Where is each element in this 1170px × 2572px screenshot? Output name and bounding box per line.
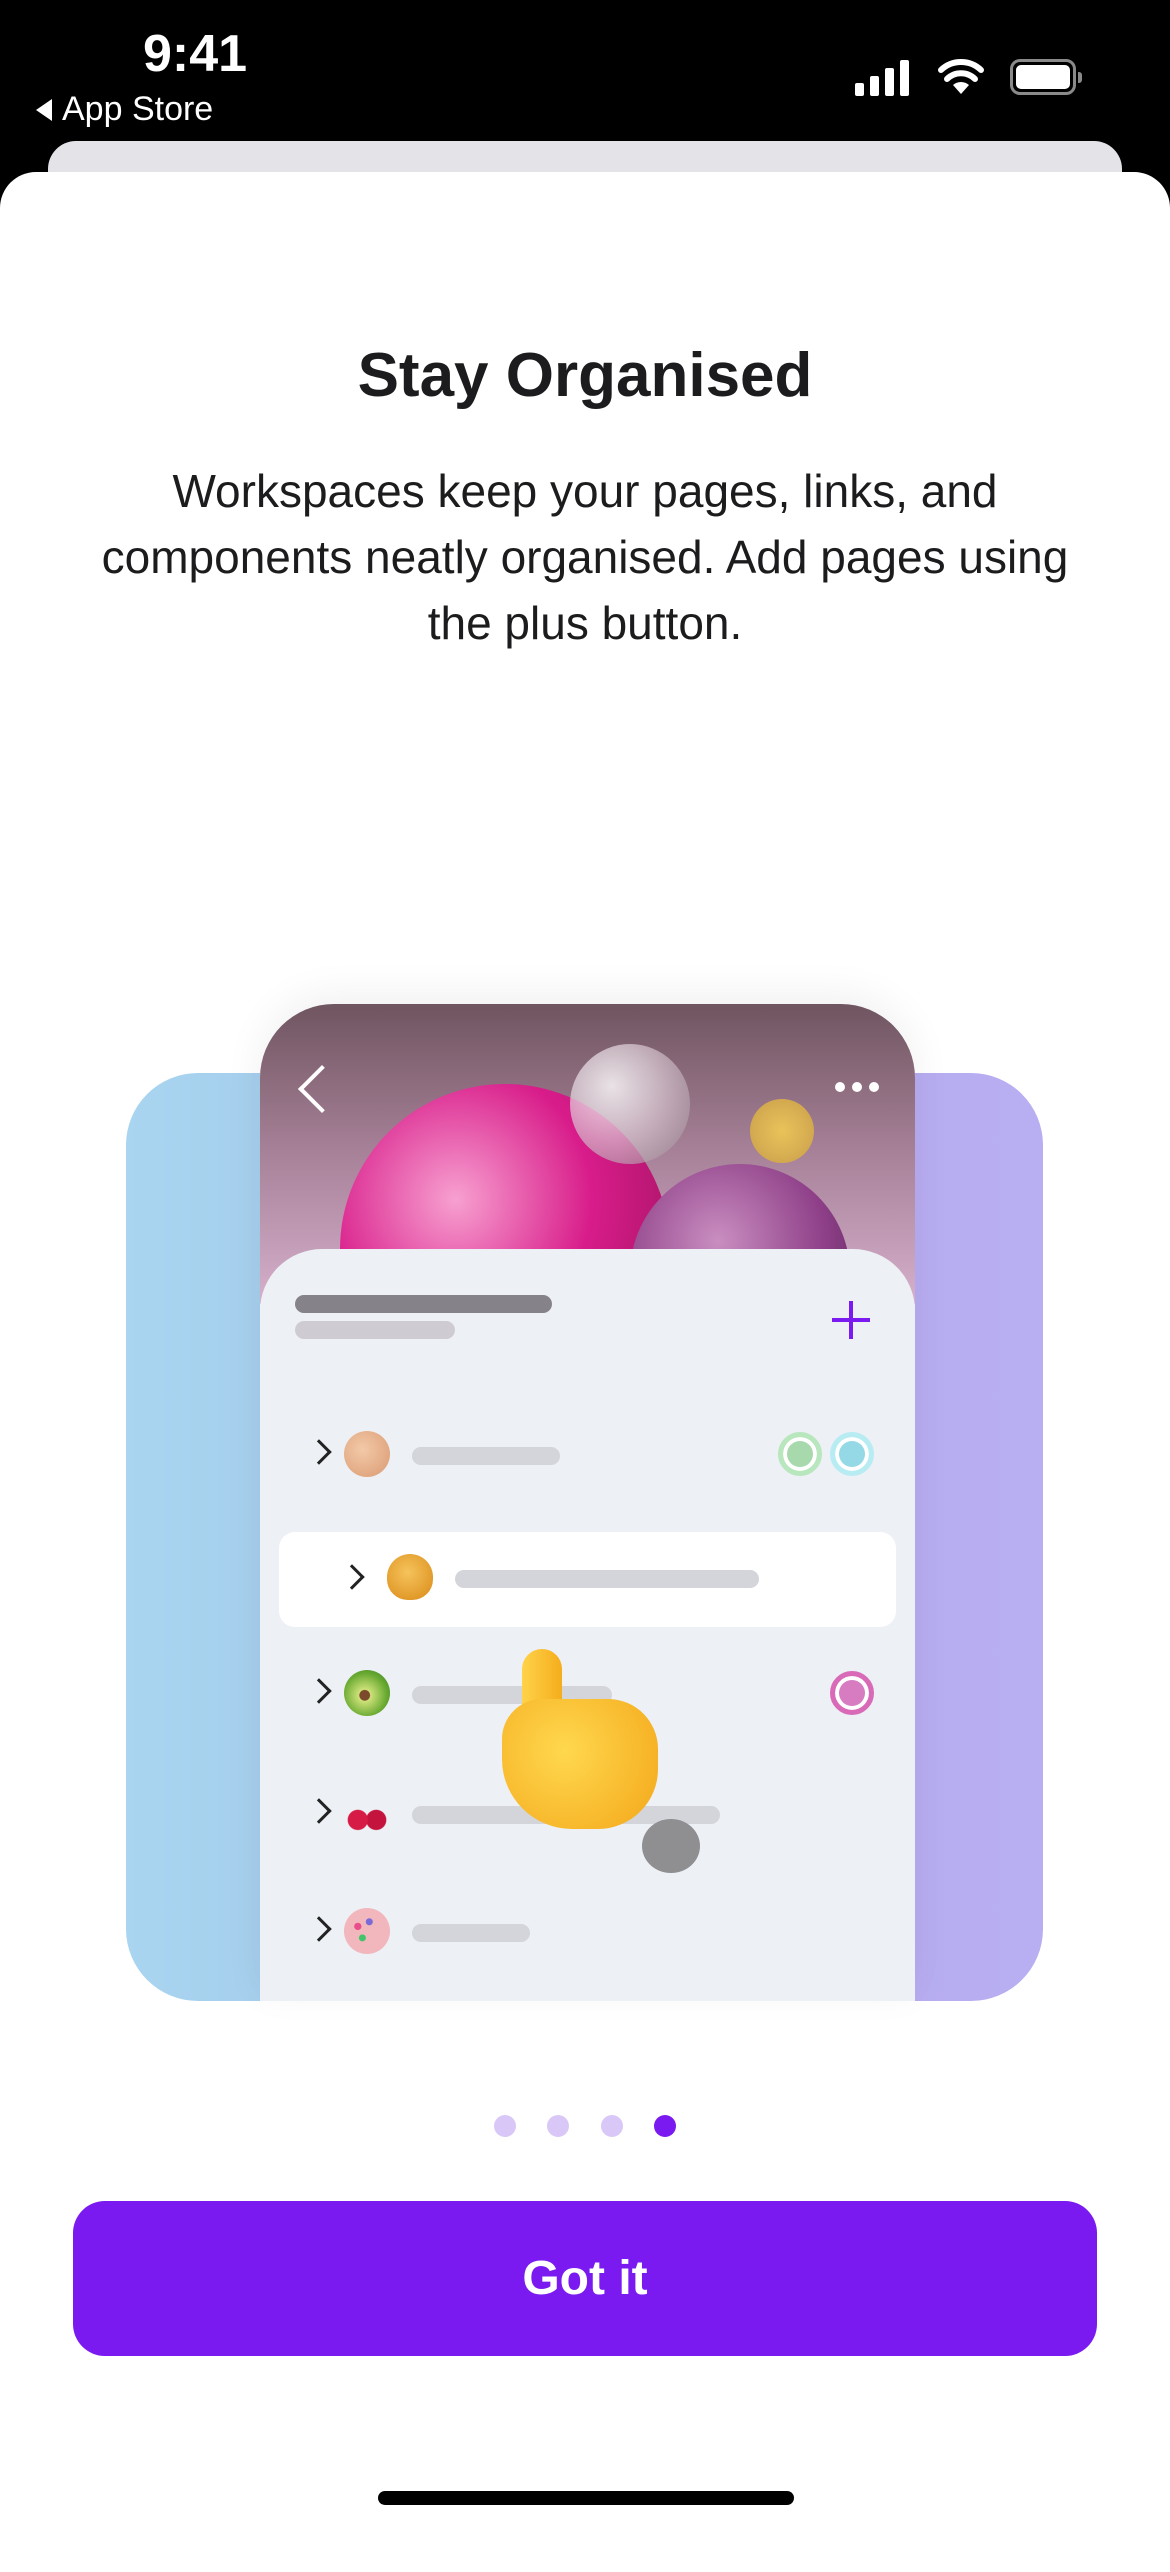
workspace-title-placeholder [295, 1295, 552, 1313]
more-icon [835, 1082, 879, 1092]
highlighted-list-item [279, 1532, 896, 1627]
page-dot-3[interactable] [601, 2115, 623, 2137]
workspace-subtitle-placeholder [295, 1321, 455, 1339]
pointing-hand-icon [482, 1649, 658, 1839]
wifi-icon [938, 59, 984, 94]
touch-indicator [642, 1819, 700, 1873]
home-indicator[interactable] [378, 2491, 794, 2505]
status-time: 9:41 [142, 25, 248, 83]
avocado-icon [344, 1670, 390, 1716]
page-title: Stay Organised [357, 341, 813, 410]
workspace-sheet [260, 1249, 915, 2001]
page-description: Workspaces keep your pages, links, and c… [101, 465, 1069, 649]
illustration-phone [260, 1004, 915, 2001]
list-item [260, 1415, 915, 1495]
tag-green [778, 1432, 822, 1476]
page-dot-2[interactable] [547, 2115, 569, 2137]
money-bag-icon [387, 1554, 433, 1600]
got-it-button[interactable]: Got it [73, 2201, 1097, 2356]
back-to-app-store[interactable]: App Store [36, 90, 213, 129]
page-dot-4-active[interactable] [654, 2115, 676, 2137]
page-dot-1[interactable] [494, 2115, 516, 2137]
tag-cyan [830, 1432, 874, 1476]
artist-palette-icon [344, 1908, 390, 1954]
cellular-signal-icon [855, 60, 909, 96]
battery-icon [1010, 59, 1082, 95]
list-item [260, 1892, 915, 1972]
back-chevron-icon [297, 1064, 347, 1114]
back-label: App Store [62, 90, 214, 128]
cherries-icon [344, 1790, 390, 1836]
cookie-icon [344, 1431, 390, 1477]
plus-icon [832, 1301, 870, 1339]
back-triangle-icon [36, 98, 52, 121]
tag-pink [830, 1671, 874, 1715]
